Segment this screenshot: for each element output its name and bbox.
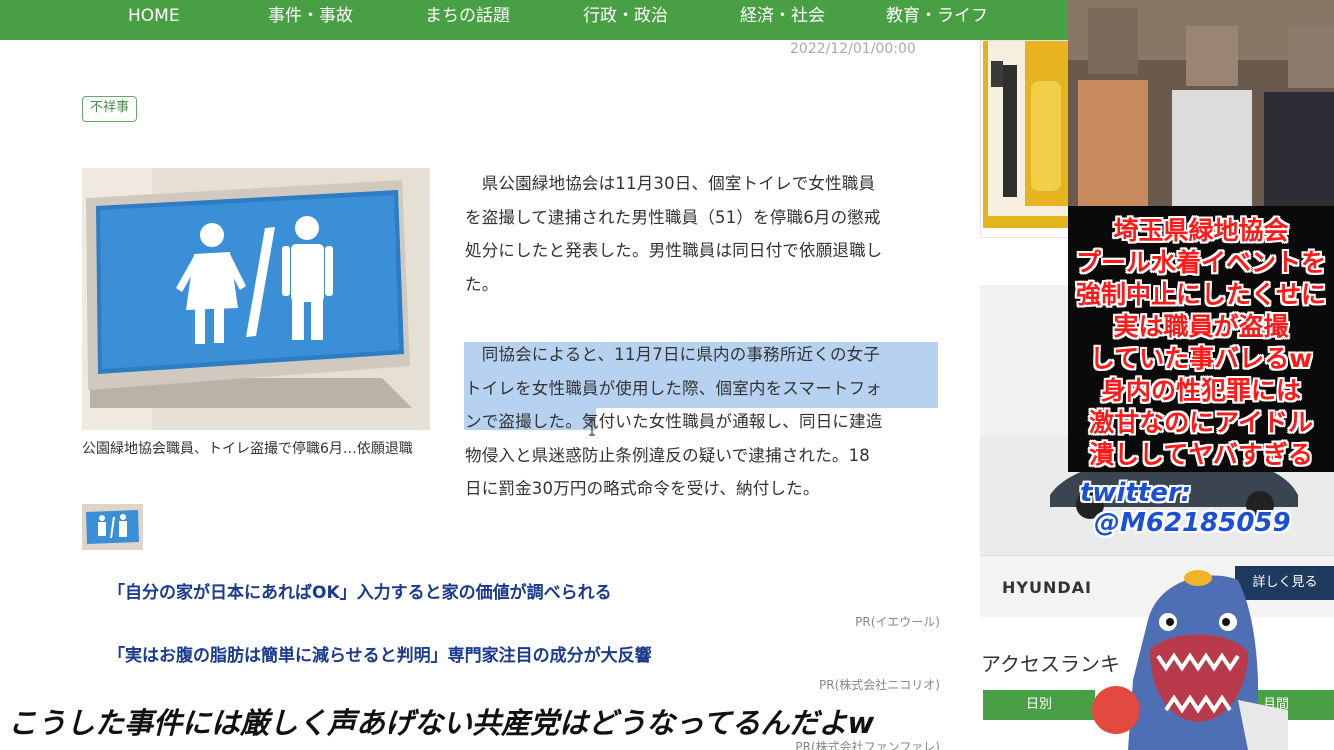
nav-item-economy[interactable]: 経済・社会 — [740, 0, 825, 34]
paragraph-line: ンで盗撮した。気付いた女性職員が通報し、同日に建造 — [465, 412, 883, 431]
commentary-line: 潰ししてヤバすぎる — [1089, 440, 1313, 469]
webcam-overlay — [1068, 0, 1334, 206]
nav-item-education-life[interactable]: 教育・ライフ — [886, 0, 988, 34]
commentary-line: 激甘なのにアイドル — [1089, 408, 1313, 437]
screen: HOME 事件・事故 まちの話題 行政・政治 経済・社会 教育・ライフ 2022… — [0, 0, 1334, 750]
restroom-sign-illustration — [82, 168, 430, 430]
twitter-handle: @M62185059 — [1094, 508, 1291, 538]
promo-link-1[interactable]: 「自分の家が日本にあればOK」入力すると家の価値が調べられる — [108, 578, 612, 603]
shark-mascot-icon — [1092, 570, 1288, 750]
nav-item-home[interactable]: HOME — [128, 0, 180, 34]
commentary-line: 強制中止にしたくせに — [1075, 280, 1326, 309]
photo-thumbnail[interactable] — [82, 504, 143, 550]
tab-daily[interactable]: 日別 — [983, 690, 1095, 720]
twitter-label: twitter: — [1080, 478, 1192, 508]
promo-source-1: PR(イエウール) — [855, 615, 940, 629]
commentary-line: していた事バレるw — [1089, 344, 1313, 373]
paragraph-line: 物侵入と県迷惑防止条例違反の疑いで逮捕された。18 — [465, 445, 871, 465]
article-paragraph-1: 県公園緑地協会は11月30日、個室トイレで女性職員 を盗撮して逮捕された男性職員… — [465, 167, 940, 301]
ad-brand: HYUNDAI — [1002, 578, 1092, 597]
text-cursor-icon — [589, 418, 595, 436]
article-photo[interactable] — [82, 168, 430, 430]
paragraph-line: 処分にしたと発表した。男性職員は同日付で依願退職し — [465, 241, 883, 260]
commentary-line: 身内の性犯罪には — [1100, 376, 1301, 405]
article-paragraph-2: 同協会によると、11月7日に県内の事務所近くの女子 トイレを女性職員が使用した際… — [465, 338, 940, 506]
paragraph-line: た。 — [465, 274, 499, 294]
promo-link-2[interactable]: 「実はお腹の脂肪は簡単に減らせると判明」専門家注目の成分が大反響 — [108, 641, 652, 666]
commentary-line: 埼玉県緑地協会 — [1113, 216, 1289, 245]
commentary-line: 実は職員が盗撮 — [1113, 312, 1289, 341]
paragraph-line: を盗撮して逮捕された男性職員（51）を停職6月の懲戒 — [465, 207, 881, 227]
nav-item-town-topics[interactable]: まちの話題 — [425, 0, 510, 34]
promo-source-2: PR(株式会社ニコリオ) — [819, 678, 940, 692]
blurred-people-image — [1068, 0, 1334, 206]
restroom-sign-thumbnail-icon — [82, 504, 143, 550]
paragraph-line: 県公園緑地協会は11月30日、個室トイレで女性職員 — [465, 174, 876, 193]
commentary-line: プール水着イベントを — [1075, 248, 1326, 277]
photo-caption: 公園緑地協会職員、トイレ盗撮で停職6月…依願退職 — [82, 441, 413, 457]
sidebar-book-ad[interactable] — [980, 40, 1070, 238]
nav-item-incidents[interactable]: 事件・事故 — [268, 0, 353, 34]
book-cover-image — [981, 41, 1069, 237]
video-subtitle: こうした事件には厳しく声あげない共産党はどうなってるんだよw — [8, 706, 875, 740]
nav-item-politics[interactable]: 行政・政治 — [583, 0, 668, 34]
paragraph-line: 日に罰金30万円の略式命令を受け、納付した。 — [465, 479, 820, 498]
paragraph-line: トイレを女性職員が使用した際、個室内をスマートフォ — [465, 378, 883, 398]
category-tag[interactable]: 不祥事 — [82, 96, 138, 122]
article-date: 2022/12/01/00:00 — [790, 41, 916, 57]
paragraph-line: 同協会によると、11月7日に県内の事務所近くの女子 — [465, 345, 881, 364]
